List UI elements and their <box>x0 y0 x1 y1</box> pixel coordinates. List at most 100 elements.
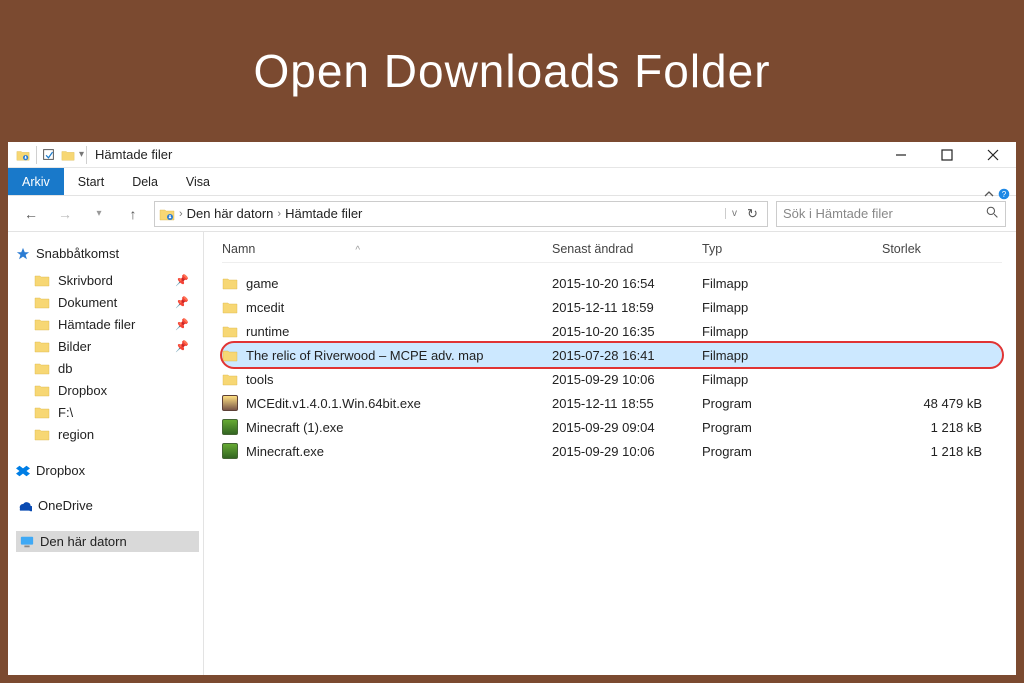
toolbar-dropdown-icon[interactable]: ▾ <box>79 149 84 160</box>
folder-icon <box>222 371 238 387</box>
close-button[interactable] <box>970 142 1016 168</box>
file-row[interactable]: The relic of Riverwood – MCPE adv. map20… <box>222 343 1002 367</box>
file-row[interactable]: Minecraft.exe2015-09-29 10:06Program1 21… <box>222 439 1002 463</box>
maximize-button[interactable] <box>924 142 970 168</box>
sidebar-item[interactable]: Dropbox <box>16 379 199 401</box>
pin-icon: 📌 <box>175 318 189 331</box>
file-modified: 2015-12-11 18:55 <box>552 396 702 411</box>
pin-icon: 📌 <box>175 340 189 353</box>
col-modified[interactable]: Senast ändrad <box>552 242 702 256</box>
folder-icon <box>159 206 175 222</box>
search-input[interactable]: Sök i Hämtade filer <box>776 201 1006 227</box>
ribbon-tab-file[interactable]: Arkiv <box>8 168 64 195</box>
sidebar-item[interactable]: F:\ <box>16 401 199 423</box>
file-name-label: mcedit <box>246 300 284 315</box>
banner-title: Open Downloads Folder <box>253 44 770 98</box>
file-modified: 2015-07-28 16:41 <box>552 348 702 363</box>
sidebar-item[interactable]: Bilder📌 <box>16 335 199 357</box>
window-title: Hämtade filer <box>95 147 172 162</box>
sidebar-item[interactable]: db <box>16 357 199 379</box>
sidebar-item[interactable]: Skrivbord📌 <box>16 269 199 291</box>
file-modified: 2015-10-20 16:54 <box>552 276 702 291</box>
sidebar-this-pc[interactable]: Den här datorn <box>16 531 199 552</box>
application-icon <box>222 395 238 411</box>
file-list-area: Namn^ Senast ändrad Typ Storlek game 2015… <box>204 232 1016 675</box>
file-type: Filmapp <box>702 324 882 339</box>
chevron-right-icon[interactable]: › <box>277 208 281 220</box>
file-row[interactable]: runtime 2015-10-20 16:35Filmapp <box>222 319 1002 343</box>
file-name-label: Minecraft.exe <box>246 444 324 459</box>
folder-icon <box>34 316 50 332</box>
sidebar-quick-access[interactable]: Snabbåtkomst <box>16 244 199 263</box>
sidebar-onedrive[interactable]: OneDrive <box>16 496 199 515</box>
navigation-sidebar: Snabbåtkomst Skrivbord📌Dokument📌Hämtade … <box>8 232 204 675</box>
folder-icon <box>34 382 50 398</box>
file-name-label: tools <box>246 372 273 387</box>
file-name-label: runtime <box>246 324 289 339</box>
forward-button[interactable]: → <box>52 201 78 227</box>
application-icon <box>222 443 238 459</box>
file-size: 1 218 kB <box>882 420 1002 435</box>
folder-toolbar-icon[interactable] <box>59 146 77 164</box>
ribbon-tab-share[interactable]: Dela <box>118 168 172 195</box>
sidebar-item[interactable]: Hämtade filer📌 <box>16 313 199 335</box>
folder-icon <box>222 323 238 339</box>
address-bar-row: ← → ▾ ↑ › Den här datorn › Hämtade filer… <box>8 196 1016 232</box>
sidebar-dropbox[interactable]: Dropbox <box>16 461 199 480</box>
breadcrumb-dropdown-icon[interactable]: v <box>725 208 737 219</box>
file-type: Program <box>702 444 882 459</box>
ribbon-tabs: Arkiv Start Dela Visa <box>8 168 1016 196</box>
quick-save-icon[interactable] <box>39 146 57 164</box>
folder-icon <box>34 404 50 420</box>
ribbon-collapse-help[interactable]: ? <box>984 188 1010 200</box>
file-name-label: MCEdit.v1.4.0.1.Win.64bit.exe <box>246 396 421 411</box>
file-type: Filmapp <box>702 276 882 291</box>
search-placeholder: Sök i Hämtade filer <box>783 206 893 221</box>
file-type: Filmapp <box>702 300 882 315</box>
file-modified: 2015-10-20 16:35 <box>552 324 702 339</box>
back-button[interactable]: ← <box>18 201 44 227</box>
folder-icon <box>34 272 50 288</box>
page-banner: Open Downloads Folder <box>0 0 1024 142</box>
file-row[interactable]: MCEdit.v1.4.0.1.Win.64bit.exe 2015-12-11 … <box>222 391 1002 415</box>
pin-icon: 📌 <box>175 296 189 309</box>
minimize-button[interactable] <box>878 142 924 168</box>
ribbon-tab-start[interactable]: Start <box>64 168 118 195</box>
sidebar-item[interactable]: region <box>16 423 199 445</box>
col-type[interactable]: Typ <box>702 242 882 256</box>
col-name: Namn^ <box>222 242 552 256</box>
breadcrumb-part-thispc[interactable]: Den här datorn <box>187 206 274 221</box>
folder-icon <box>222 299 238 315</box>
ribbon-tab-view[interactable]: Visa <box>172 168 224 195</box>
column-headers[interactable]: Namn^ Senast ändrad Typ Storlek <box>222 242 1002 263</box>
refresh-button[interactable]: ↻ <box>747 206 763 222</box>
sidebar-item[interactable]: Dokument📌 <box>16 291 199 313</box>
folder-icon <box>34 360 50 376</box>
folder-icon <box>222 347 238 363</box>
file-name-label: game <box>246 276 279 291</box>
file-type: Program <box>702 396 882 411</box>
file-row[interactable]: game 2015-10-20 16:54Filmapp <box>222 271 1002 295</box>
up-button[interactable]: ↑ <box>120 201 146 227</box>
file-type: Filmapp <box>702 372 882 387</box>
file-name-label: Minecraft (1).exe <box>246 420 344 435</box>
file-modified: 2015-09-29 09:04 <box>552 420 702 435</box>
folder-icon <box>34 338 50 354</box>
file-row[interactable]: mcedit 2015-12-11 18:59Filmapp <box>222 295 1002 319</box>
file-type: Filmapp <box>702 348 882 363</box>
file-modified: 2015-09-29 10:06 <box>552 444 702 459</box>
file-row[interactable]: Minecraft (1).exe2015-09-29 09:04Program… <box>222 415 1002 439</box>
recent-locations-dropdown[interactable]: ▾ <box>86 201 112 227</box>
chevron-right-icon[interactable]: › <box>179 208 183 220</box>
file-row[interactable]: tools 2015-09-29 10:06Filmapp <box>222 367 1002 391</box>
breadcrumb-part-downloads[interactable]: Hämtade filer <box>285 206 362 221</box>
col-size[interactable]: Storlek <box>882 242 1002 256</box>
svg-text:?: ? <box>1002 190 1007 199</box>
file-modified: 2015-09-29 10:06 <box>552 372 702 387</box>
application-icon <box>222 419 238 435</box>
file-modified: 2015-12-11 18:59 <box>552 300 702 315</box>
sort-indicator-icon: ^ <box>355 245 360 256</box>
folder-icon <box>222 275 238 291</box>
folder-icon <box>34 426 50 442</box>
breadcrumb[interactable]: › Den här datorn › Hämtade filer v ↻ <box>154 201 768 227</box>
